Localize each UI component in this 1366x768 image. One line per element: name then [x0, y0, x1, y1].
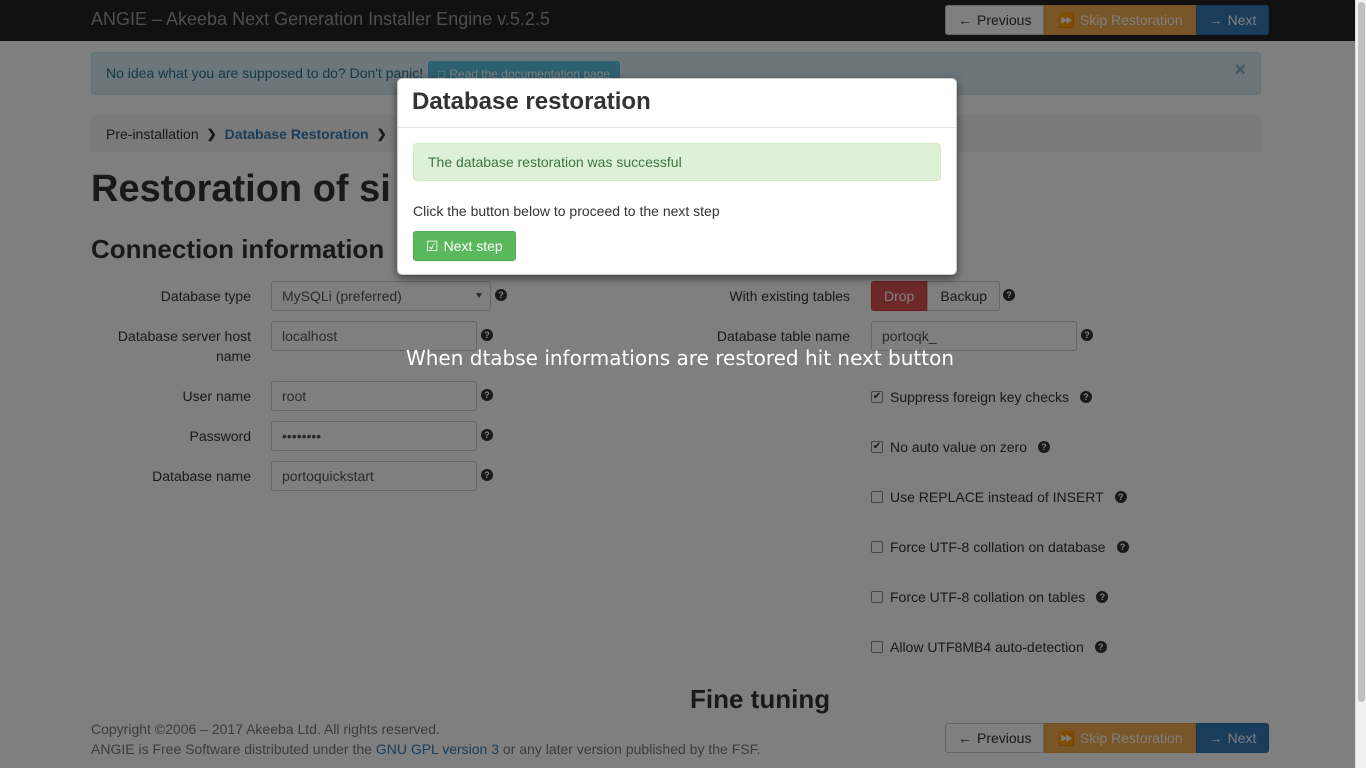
modal-body: The database restoration was successful … [398, 128, 956, 276]
next-step-button[interactable]: ☑ Next step [413, 231, 516, 261]
modal-header: Database restoration [398, 79, 956, 128]
modal-title: Database restoration [412, 88, 651, 115]
db-restoration-modal: Database restoration The database restor… [397, 78, 957, 275]
modal-instruction: Click the button below to proceed to the… [413, 203, 720, 219]
page-scrollbar[interactable] [1355, 0, 1366, 768]
success-alert: The database restoration was successful [413, 143, 941, 181]
tutorial-caption: When dtabse informations are restored hi… [405, 346, 955, 370]
check-square-icon: ☑ [426, 237, 439, 254]
